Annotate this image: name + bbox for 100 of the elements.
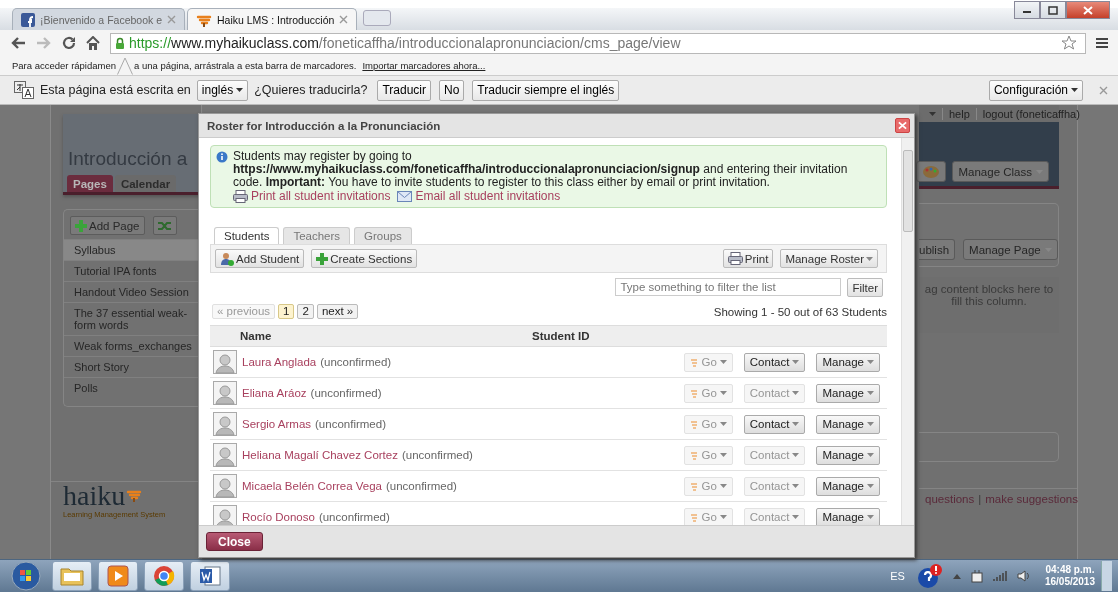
caret-icon (867, 391, 874, 395)
speaker-icon (1016, 569, 1031, 583)
caret-icon (792, 453, 800, 457)
caret-icon (866, 256, 873, 261)
invitation-link[interactable]: Email all student invitations (415, 190, 561, 203)
stairs-icon (690, 357, 699, 367)
contact-button[interactable]: Contact (743, 352, 806, 372)
pagination-button[interactable]: next » (316, 304, 359, 319)
media-player-icon (107, 565, 129, 587)
theme-button[interactable] (916, 161, 947, 182)
caret-icon (719, 515, 727, 519)
bookmarks-hint: a una página, arrástrala a esta barra de marcadores. (134, 60, 357, 71)
caret-icon (792, 422, 800, 426)
translate-button[interactable]: Traducir (377, 79, 431, 101)
filter-field[interactable]: Type something to filter the list (615, 278, 842, 296)
taskbar-app-button[interactable] (144, 561, 184, 591)
stairs-icon (690, 512, 699, 522)
student-status: (unconfirmed) (320, 356, 392, 368)
page-tab[interactable]: Pages (67, 175, 113, 192)
browser-icon (153, 565, 175, 587)
address-field[interactable]: https://www.myhaikuclass.com/foneticaffha/introduccionalapronunciacion/cms_page/view (110, 32, 1086, 54)
close-dialog-button[interactable]: Close (206, 532, 263, 551)
stairs-icon (690, 388, 699, 398)
caret-icon (719, 360, 727, 364)
manage-button[interactable]: Manage (816, 352, 880, 372)
close-icon (898, 121, 907, 130)
scrollbar[interactable] (901, 138, 914, 525)
signal-bars-icon (992, 570, 1007, 582)
pagination-button[interactable]: 1 (278, 304, 295, 319)
header-link[interactable]: help (942, 107, 976, 120)
pagination-button[interactable]: 2 (297, 304, 314, 319)
roster-tab[interactable]: Teachers (283, 227, 351, 244)
page-list-item[interactable]: Syllabus (64, 239, 201, 260)
student-name-link[interactable]: Heliana Magalí Chavez Cortez (242, 449, 398, 461)
student-name-link[interactable]: Rocío Donoso (242, 511, 315, 523)
plus-icon (75, 219, 87, 232)
clock-date[interactable]: 16/05/2013 (1044, 576, 1095, 588)
close-icon (339, 15, 349, 24)
maximize-button[interactable] (1040, 1, 1066, 19)
start-orb-icon (11, 561, 41, 591)
import-bookmarks-link[interactable]: Importar marcadores ahora... (362, 60, 486, 71)
browser-tab[interactable]: Haiku LMS : Introducción (187, 8, 358, 30)
caret-icon (792, 391, 800, 395)
dialog-title: Roster for Introducción a la Pronunciación (207, 119, 442, 132)
filter-button[interactable]: Filter (847, 278, 883, 297)
student-status: (unconfirmed) (318, 511, 390, 523)
footer-separator: | (978, 493, 982, 505)
print-button[interactable]: Print (722, 249, 774, 268)
manage-page-button[interactable]: Manage Page (963, 239, 1058, 260)
manage-roster-button[interactable]: Manage Roster (780, 249, 878, 268)
caret-icon (867, 422, 874, 426)
close-button[interactable] (895, 118, 910, 133)
roster-tab[interactable]: Groups (354, 227, 412, 244)
taskbar-app-button[interactable] (98, 561, 138, 591)
translate-button[interactable]: No (439, 79, 465, 101)
star-icon (1061, 35, 1077, 51)
manage-class-button[interactable]: Manage Class (952, 161, 1049, 182)
avatar-icon (213, 443, 237, 467)
settings-dropdown[interactable]: Configuración (988, 79, 1083, 101)
close-icon (1083, 5, 1093, 15)
student-name-link[interactable]: Sergio Armas (242, 418, 312, 430)
language-indicator[interactable]: ES (890, 570, 905, 582)
add-user-icon (220, 251, 234, 266)
add-student-button[interactable]: Add Student (215, 249, 305, 268)
create-sections-button[interactable]: Create Sections (311, 249, 418, 268)
browser-tab[interactable]: ¡Bienvenido a Facebook e (12, 8, 185, 30)
manage-button[interactable]: Manage (816, 383, 880, 403)
new-tab-button[interactable] (363, 10, 392, 26)
shuffle-icon (157, 220, 172, 231)
caret-icon (719, 391, 727, 395)
palette-icon (922, 164, 941, 179)
caret-icon (719, 484, 727, 488)
minimize-button[interactable] (1014, 1, 1040, 19)
menu-icon (1096, 38, 1108, 48)
caret-icon (792, 515, 800, 519)
manage-button[interactable]: Manage (816, 445, 880, 465)
caret-icon (1071, 88, 1078, 92)
student-name-link[interactable]: Eliana Aráoz (242, 387, 307, 399)
invitation-link[interactable]: Print all student invitations (251, 190, 391, 203)
maximize-icon (1048, 5, 1058, 15)
translate-question: ¿Quieres traducirla? (254, 83, 368, 97)
close-icon (167, 15, 176, 24)
student-name-link[interactable]: Laura Anglada (242, 356, 317, 368)
roster-tab[interactable]: Students (214, 227, 280, 244)
student-name-link[interactable]: Micaela Belén Correa Vega (242, 480, 382, 492)
clock-time[interactable]: 04:48 p.m. (1045, 564, 1095, 576)
manage-button[interactable]: Manage (816, 476, 880, 496)
translate-button[interactable]: Traducir siempre el inglés (472, 79, 620, 101)
close-button[interactable] (1066, 1, 1110, 19)
manage-button[interactable]: Manage (816, 507, 880, 525)
lock-icon (115, 37, 125, 49)
caret-icon (792, 484, 800, 488)
manage-button[interactable]: Manage (816, 414, 880, 434)
logo-wordmark: haiku (63, 482, 126, 510)
add-page-button[interactable]: Add Page (70, 216, 145, 235)
contact-button[interactable]: Contact (743, 414, 806, 434)
taskbar-app-button[interactable] (190, 561, 230, 591)
header-link[interactable]: logout (foneticaffha) (975, 107, 1086, 120)
publish-button[interactable]: ublish (919, 239, 956, 260)
language-select[interactable]: inglés (196, 79, 249, 101)
